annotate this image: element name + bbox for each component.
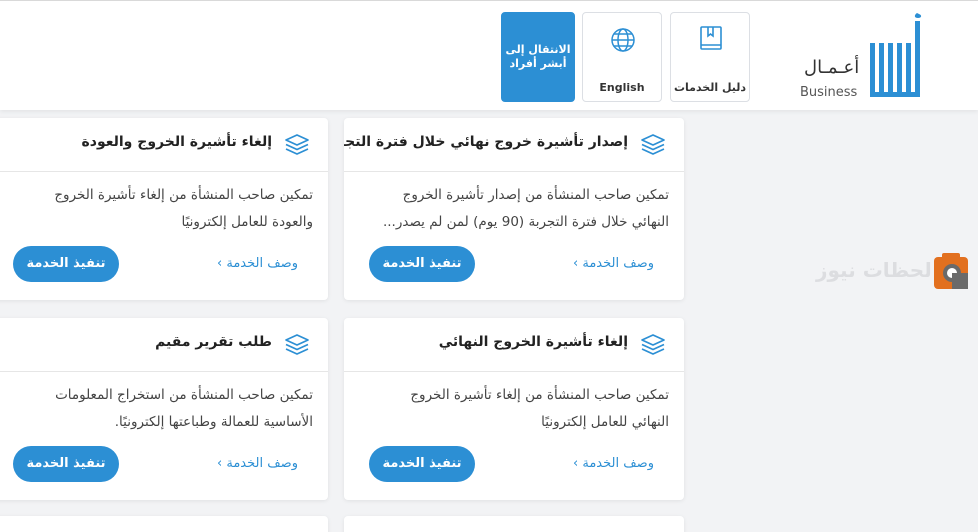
- absher-logo-mark-icon: [870, 13, 922, 97]
- card-desc-line: تمكين صاحب المنشأة من استخراج المعلومات: [55, 387, 313, 403]
- card-desc-line: النهائي خلال فترة التجربة (90 يوم) لمن ل…: [382, 214, 669, 230]
- service-description-link[interactable]: وصف الخدمة ›: [573, 256, 654, 271]
- execute-service-button[interactable]: تنفيذ الخدمة: [369, 246, 475, 282]
- service-card-cancel-exit-reentry: إلغاء تأشيرة الخروج والعودة تمكين صاحب ا…: [0, 118, 328, 300]
- service-description-link[interactable]: وصف الخدمة ›: [217, 256, 298, 271]
- card-header: طلب تقرير مقيم: [0, 318, 328, 372]
- card-desc-line: تمكين صاحب المنشأة من إلغاء تأشيرة الخرو…: [410, 387, 669, 403]
- language-button[interactable]: English: [582, 12, 662, 102]
- site-watermark: لحظات نيوز: [812, 250, 978, 292]
- card-title: إلغاء تأشيرة الخروج والعودة: [81, 134, 273, 150]
- card-desc-line: الأساسية للعمالة وطباعتها إلكترونيًا.: [114, 414, 313, 430]
- card-desc-line: النهائي للعامل إلكترونيًا: [541, 414, 669, 430]
- globe-icon: [611, 28, 635, 52]
- card-desc-line: تمكين صاحب المنشأة من إصدار تأشيرة الخرو…: [402, 187, 669, 203]
- service-card-resident-report: طلب تقرير مقيم تمكين صاحب المنشأة من است…: [0, 318, 328, 500]
- card-header: إلغاء تأشيرة الخروج والعودة: [0, 118, 328, 172]
- execute-service-button[interactable]: تنفيذ الخدمة: [13, 446, 119, 482]
- card-header: إصدار تأشيرة خروج نهائي خلال فترة التجرب…: [344, 118, 684, 172]
- services-guide-label: دليل الخدمات: [673, 81, 747, 94]
- card-desc-line: تمكين صاحب المنشأة من إلغاء تأشيرة الخرو…: [54, 187, 313, 203]
- service-card-final-exit-probation: إصدار تأشيرة خروج نهائي خلال فترة التجرب…: [344, 118, 684, 300]
- layers-icon: [641, 334, 665, 355]
- card-description: تمكين صاحب المنشأة من إلغاء تأشيرة الخرو…: [359, 382, 669, 436]
- watermark-text: لحظات نيوز: [816, 258, 932, 282]
- service-card-partial: [0, 516, 328, 532]
- service-description-link[interactable]: وصف الخدمة ›: [573, 456, 654, 471]
- layers-icon: [285, 334, 309, 355]
- switch-label-line2: أبشر أفراد: [509, 57, 567, 70]
- language-label: English: [599, 81, 645, 94]
- layers-icon: [641, 134, 665, 155]
- card-title: إلغاء تأشيرة الخروج النهائي: [438, 334, 628, 350]
- top-header: الانتقال إلى أبشر أفراد English دليل الخ…: [0, 0, 978, 110]
- service-card-partial: [344, 516, 684, 532]
- switch-label-line1: الانتقال إلى: [505, 43, 571, 56]
- execute-service-button[interactable]: تنفيذ الخدمة: [13, 246, 119, 282]
- logo-arabic-text: أعـمـال: [804, 57, 860, 78]
- book-icon: [700, 26, 722, 50]
- switch-to-absher-individuals-button[interactable]: الانتقال إلى أبشر أفراد: [501, 12, 575, 102]
- services-guide-button[interactable]: دليل الخدمات: [670, 12, 750, 102]
- card-description: تمكين صاحب المنشأة من إلغاء تأشيرة الخرو…: [3, 182, 313, 236]
- service-description-link[interactable]: وصف الخدمة ›: [217, 456, 298, 471]
- logo-english-text: Business: [800, 85, 858, 100]
- service-card-cancel-final-exit: إلغاء تأشيرة الخروج النهائي تمكين صاحب ا…: [344, 318, 684, 500]
- card-title: طلب تقرير مقيم: [155, 334, 272, 350]
- card-header: إلغاء تأشيرة الخروج النهائي: [344, 318, 684, 372]
- layers-icon: [285, 134, 309, 155]
- absher-business-logo[interactable]: أعـمـال Business: [800, 13, 930, 101]
- card-desc-line: والعودة للعامل إلكترونيًا: [181, 214, 313, 230]
- card-description: تمكين صاحب المنشأة من استخراج المعلومات …: [3, 382, 313, 436]
- execute-service-button[interactable]: تنفيذ الخدمة: [369, 446, 475, 482]
- card-description: تمكين صاحب المنشأة من إصدار تأشيرة الخرو…: [359, 182, 669, 236]
- camera-logo-icon: [934, 253, 968, 289]
- card-title: إصدار تأشيرة خروج نهائي خلال فترة التجرب…: [344, 134, 628, 150]
